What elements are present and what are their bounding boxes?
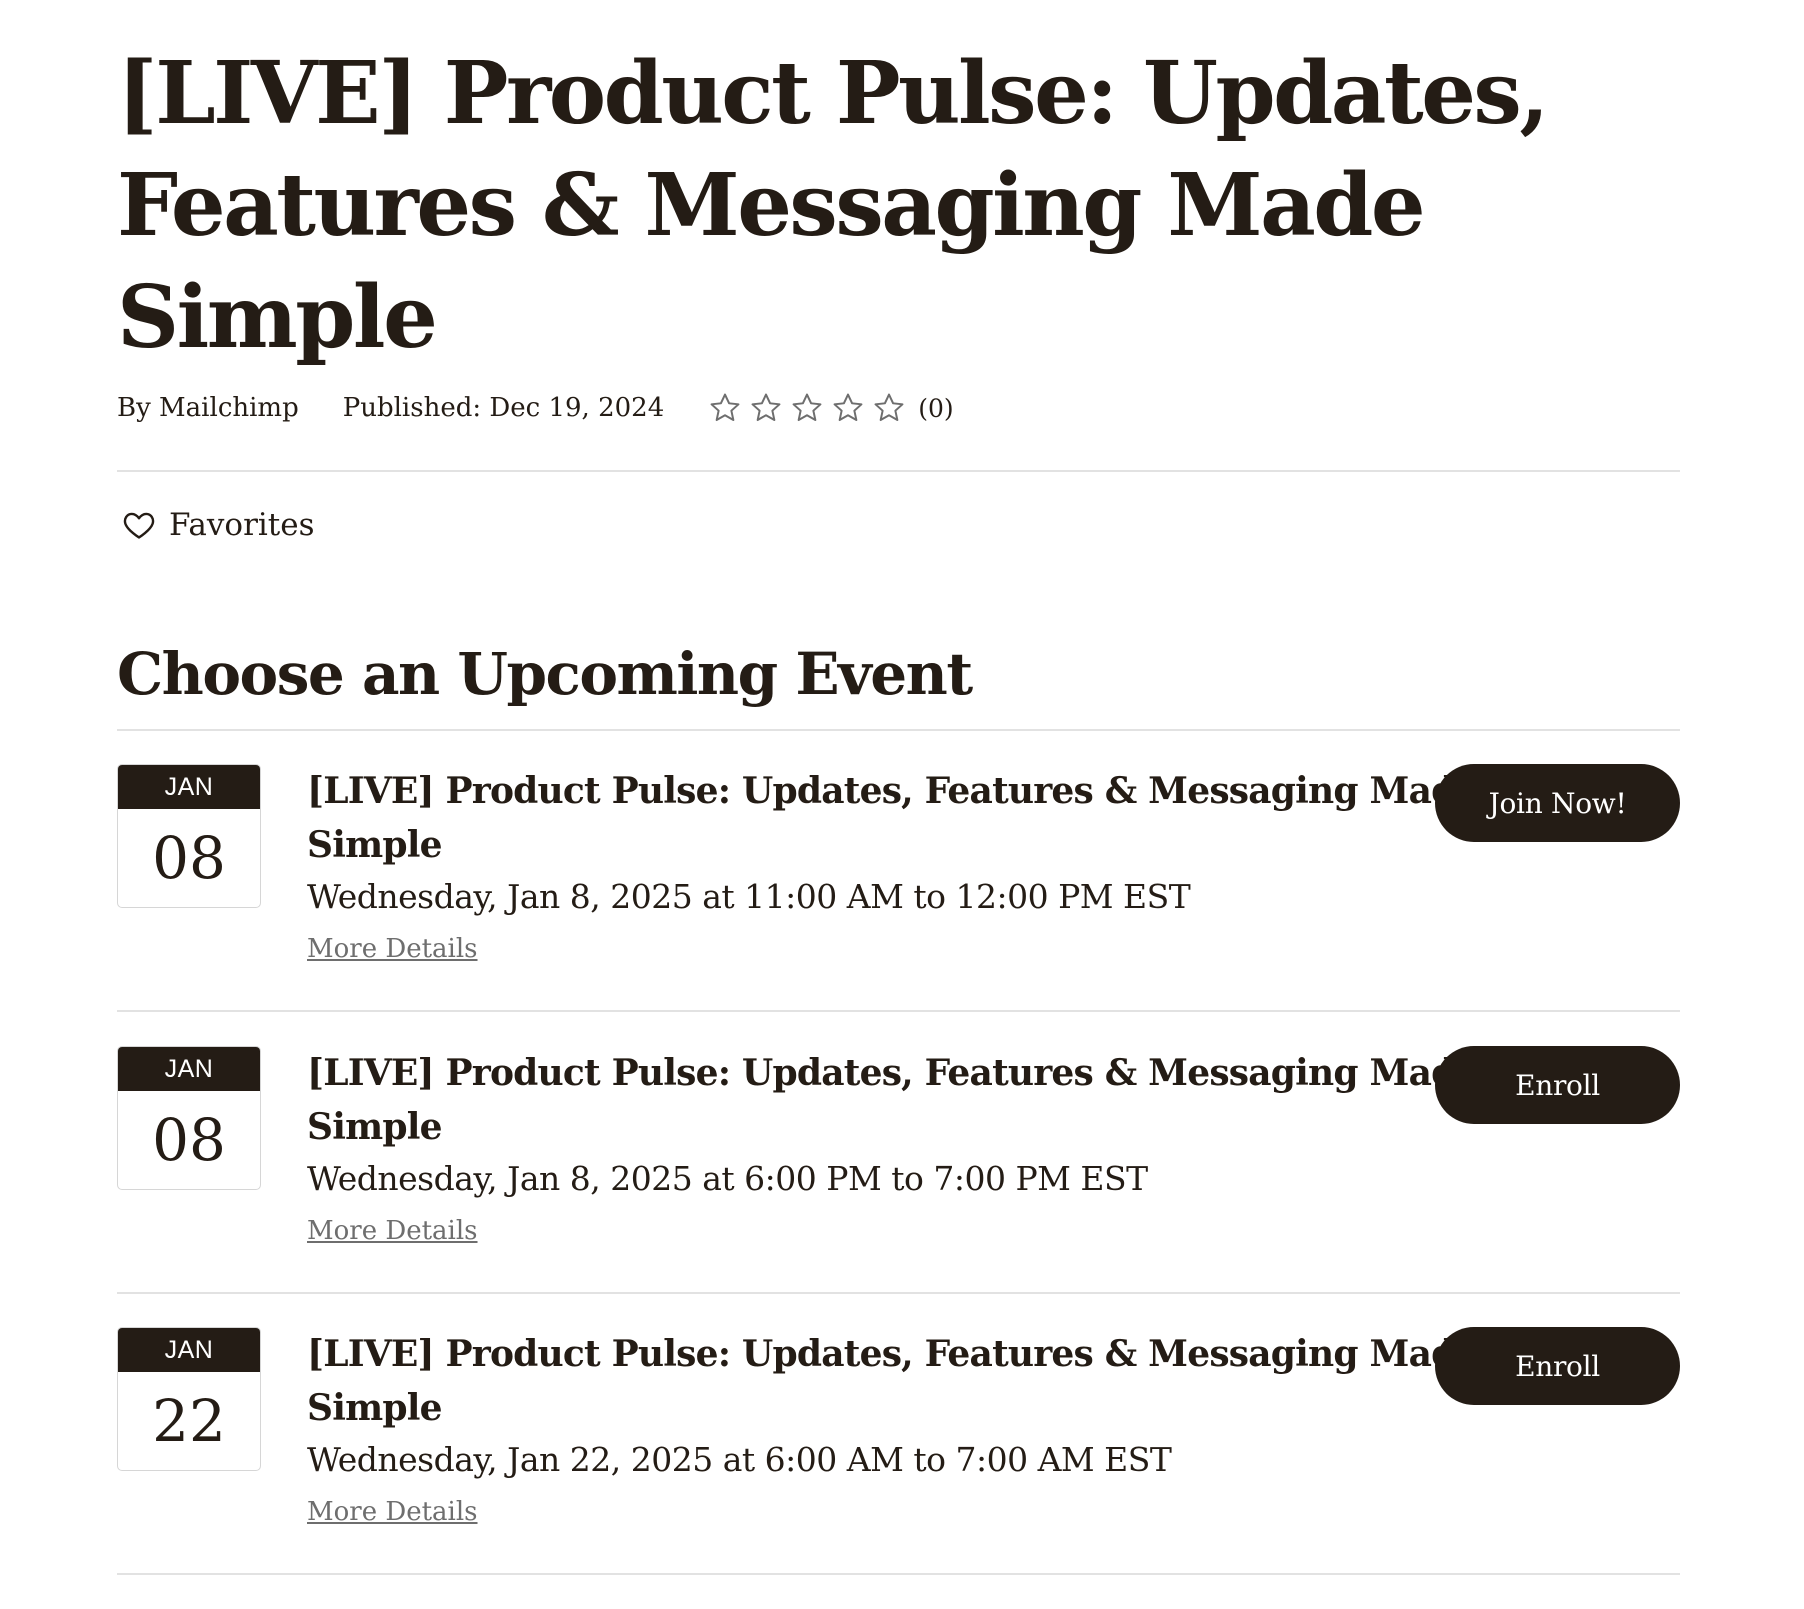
event-info: [LIVE] Product Pulse: Updates, Features …: [307, 1046, 1487, 1246]
divider: [117, 1292, 1680, 1294]
section-title: Choose an Upcoming Event: [117, 640, 973, 708]
event-title: [LIVE] Product Pulse: Updates, Features …: [307, 1333, 1478, 1429]
divider: [117, 470, 1680, 472]
favorites-label: Favorites: [169, 507, 315, 543]
event-row: JAN 08 [LIVE] Product Pulse: Updates, Fe…: [117, 1046, 1680, 1328]
star-icon[interactable]: [749, 391, 783, 425]
favorites-button[interactable]: Favorites: [121, 503, 315, 547]
date-month: JAN: [118, 765, 260, 809]
more-details-link[interactable]: More Details: [307, 1497, 478, 1527]
rating-stars[interactable]: [708, 391, 906, 425]
star-icon[interactable]: [872, 391, 906, 425]
star-icon[interactable]: [831, 391, 865, 425]
date-day: 22: [152, 1387, 226, 1455]
join-now-button[interactable]: Join Now!: [1435, 764, 1680, 842]
more-details-link[interactable]: More Details: [307, 934, 478, 964]
star-icon[interactable]: [708, 391, 742, 425]
event-title: [LIVE] Product Pulse: Updates, Features …: [307, 1052, 1478, 1148]
event-time: Wednesday, Jan 8, 2025 at 11:00 AM to 12…: [307, 877, 1191, 916]
date-badge: JAN 08: [117, 1046, 261, 1190]
date-month: JAN: [118, 1328, 260, 1372]
more-details-link[interactable]: More Details: [307, 1216, 478, 1246]
event-time: Wednesday, Jan 8, 2025 at 6:00 PM to 7:0…: [307, 1159, 1148, 1198]
page-title: [LIVE] Product Pulse: Updates, Features …: [117, 43, 1549, 368]
date-badge: JAN 08: [117, 764, 261, 908]
divider: [117, 1573, 1680, 1575]
date-day: 08: [152, 824, 226, 892]
heart-icon: [121, 507, 157, 543]
event-row: JAN 08 [LIVE] Product Pulse: Updates, Fe…: [117, 764, 1680, 1046]
event-title: [LIVE] Product Pulse: Updates, Features …: [307, 770, 1478, 866]
enroll-button[interactable]: Enroll: [1435, 1046, 1680, 1124]
meta-row: By Mailchimp Published: Dec 19, 2024 (0): [117, 388, 954, 428]
event-info: [LIVE] Product Pulse: Updates, Features …: [307, 764, 1487, 964]
event-info: [LIVE] Product Pulse: Updates, Features …: [307, 1327, 1487, 1527]
divider: [117, 729, 1680, 731]
date-day: 08: [152, 1106, 226, 1174]
author-label: By Mailchimp: [117, 393, 299, 423]
date-badge: JAN 22: [117, 1327, 261, 1471]
event-row: JAN 22 [LIVE] Product Pulse: Updates, Fe…: [117, 1327, 1680, 1609]
divider: [117, 1010, 1680, 1012]
star-icon[interactable]: [790, 391, 824, 425]
rating-count: (0): [918, 393, 954, 423]
event-time: Wednesday, Jan 22, 2025 at 6:00 AM to 7:…: [307, 1440, 1172, 1479]
enroll-button[interactable]: Enroll: [1435, 1327, 1680, 1405]
date-month: JAN: [118, 1047, 260, 1091]
published-date: Published: Dec 19, 2024: [342, 393, 665, 423]
